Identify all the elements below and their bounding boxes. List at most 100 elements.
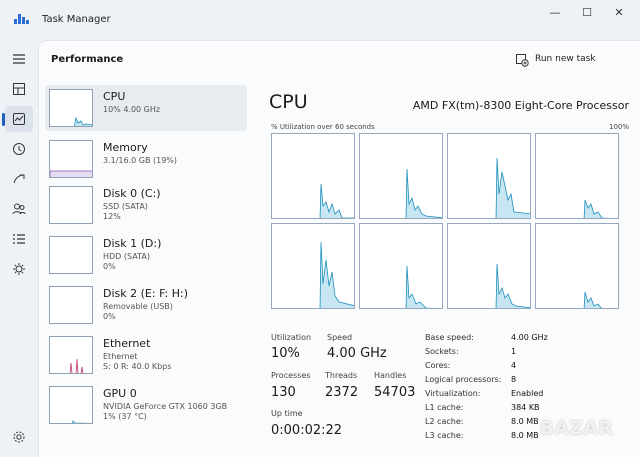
spec-key: L3 cache: <box>425 431 464 440</box>
graph-caption: % Utilization over 60 seconds <box>271 123 375 131</box>
device-detail: SSD (SATA) <box>103 202 148 211</box>
device-detail: Ethernet <box>103 352 138 361</box>
page-title: Performance <box>51 54 124 65</box>
details-icon <box>13 234 25 244</box>
device-ethernet[interactable]: Ethernet Ethernet S: 0 R: 40.0 Kbps <box>45 332 247 378</box>
speed-value: 4.00 GHz <box>327 346 387 361</box>
core-graph-2 <box>447 133 531 219</box>
spec-key: Base speed: <box>425 333 474 342</box>
device-name: Disk 2 (E: F: H:) <box>103 287 189 300</box>
core-graph-7 <box>535 223 619 309</box>
navigation-rail <box>0 40 38 457</box>
spec-value: 8.0 MB <box>511 417 539 426</box>
users-icon <box>12 203 26 215</box>
nav-performance[interactable] <box>2 106 33 132</box>
nav-processes[interactable] <box>5 76 33 102</box>
maximize-button[interactable]: ☐ <box>572 4 602 24</box>
nav-settings[interactable] <box>5 424 33 450</box>
detail-title: CPU <box>269 91 308 113</box>
handles-label: Handles <box>374 371 407 380</box>
disk0-thumbnail-graph <box>49 186 93 224</box>
core-graph-4 <box>271 223 355 309</box>
device-name: Memory <box>103 141 148 154</box>
utilization-value: 10% <box>271 346 300 361</box>
device-detail: 10% 4.00 GHz <box>103 105 161 114</box>
device-detail: 3.1/16.0 GB (19%) <box>103 156 178 165</box>
spec-key: Virtualization: <box>425 389 481 398</box>
uptime-label: Up time <box>271 409 303 418</box>
spec-key: L2 cache: <box>425 417 464 426</box>
threads-label: Threads <box>325 371 358 380</box>
handles-value: 54703 <box>374 385 416 400</box>
device-detail: 0% <box>103 262 116 271</box>
device-detail: 12% <box>103 212 121 221</box>
spec-value: 8 <box>511 375 517 384</box>
cpu-model-name: AMD FX(tm)-8300 Eight-Core Processor <box>412 99 629 112</box>
device-name: CPU <box>103 90 126 103</box>
core-graph-3 <box>535 133 619 219</box>
gpu-thumbnail-graph <box>49 386 93 424</box>
nav-services[interactable] <box>5 256 33 282</box>
run-new-task-label: Run new task <box>535 54 596 64</box>
threads-value: 2372 <box>325 385 359 400</box>
core-graph-0 <box>271 133 355 219</box>
menu-button[interactable] <box>5 46 33 72</box>
spec-value: 4.00 GHz <box>511 333 548 342</box>
utilization-label: Utilization <box>271 333 312 342</box>
device-name: Disk 0 (C:) <box>103 187 161 200</box>
spec-key: Logical processors: <box>425 375 502 384</box>
menu-icon <box>13 54 25 64</box>
device-gpu-0[interactable]: GPU 0 NVIDIA GeForce GTX 1060 3GB 1% (37… <box>45 382 247 428</box>
main-panel: Performance Run new task CPU 10% 4.00 GH… <box>38 40 640 457</box>
panel-header: Performance Run new task <box>39 41 640 79</box>
nav-app-history[interactable] <box>5 136 33 162</box>
nav-startup-apps[interactable] <box>5 166 33 192</box>
settings-icon <box>13 431 25 443</box>
spec-value: Enabled <box>511 389 544 398</box>
nav-details[interactable] <box>5 226 33 252</box>
spec-value: 4 <box>511 361 517 370</box>
startup-apps-icon <box>13 174 25 184</box>
uptime-value: 0:00:02:22 <box>271 423 343 438</box>
processes-icon <box>13 83 25 95</box>
performance-icon <box>13 113 25 125</box>
spec-value: 384 KB <box>511 403 540 412</box>
logical-processor-graphs <box>271 133 627 313</box>
device-name: Disk 1 (D:) <box>103 237 162 250</box>
close-button[interactable]: ✕ <box>604 4 634 24</box>
title-bar: Task Manager — ☐ ✕ <box>0 0 640 40</box>
device-disk-1[interactable]: Disk 1 (D:) HDD (SATA) 0% <box>45 232 247 278</box>
graph-max-label: 100% <box>608 123 629 131</box>
device-name: Ethernet <box>103 337 151 350</box>
disk1-thumbnail-graph <box>49 236 93 274</box>
disk2-thumbnail-graph <box>49 286 93 324</box>
device-name: GPU 0 <box>103 387 137 400</box>
watermark-logo: BAZAR <box>540 418 614 439</box>
cpu-thumbnail-graph <box>49 89 93 127</box>
device-detail: NVIDIA GeForce GTX 1060 3GB <box>103 402 228 411</box>
window-title: Task Manager <box>42 14 111 25</box>
app-history-icon <box>13 143 25 155</box>
spec-key: Sockets: <box>425 347 459 356</box>
device-cpu[interactable]: CPU 10% 4.00 GHz <box>45 85 247 131</box>
device-detail: 0% <box>103 312 116 321</box>
device-detail: Removable (USB) <box>103 302 173 311</box>
processes-label: Processes <box>271 371 311 380</box>
device-disk-2[interactable]: Disk 2 (E: F: H:) Removable (USB) 0% <box>45 282 247 328</box>
run-task-icon <box>516 54 529 67</box>
speed-label: Speed <box>327 333 353 342</box>
minimize-button[interactable]: — <box>540 4 570 24</box>
device-disk-0[interactable]: Disk 0 (C:) SSD (SATA) 12% <box>45 182 247 228</box>
services-icon <box>13 263 25 275</box>
processes-value: 130 <box>271 385 296 400</box>
spec-key: Cores: <box>425 361 451 370</box>
memory-thumbnail-graph <box>49 140 93 178</box>
device-memory[interactable]: Memory 3.1/16.0 GB (19%) <box>45 136 247 182</box>
ethernet-thumbnail-graph <box>49 336 93 374</box>
device-detail: 1% (37 °C) <box>103 412 147 421</box>
core-graph-6 <box>447 223 531 309</box>
core-graph-5 <box>359 223 443 309</box>
nav-users[interactable] <box>5 196 33 222</box>
spec-key: L1 cache: <box>425 403 464 412</box>
spec-value: 1 <box>511 347 517 356</box>
